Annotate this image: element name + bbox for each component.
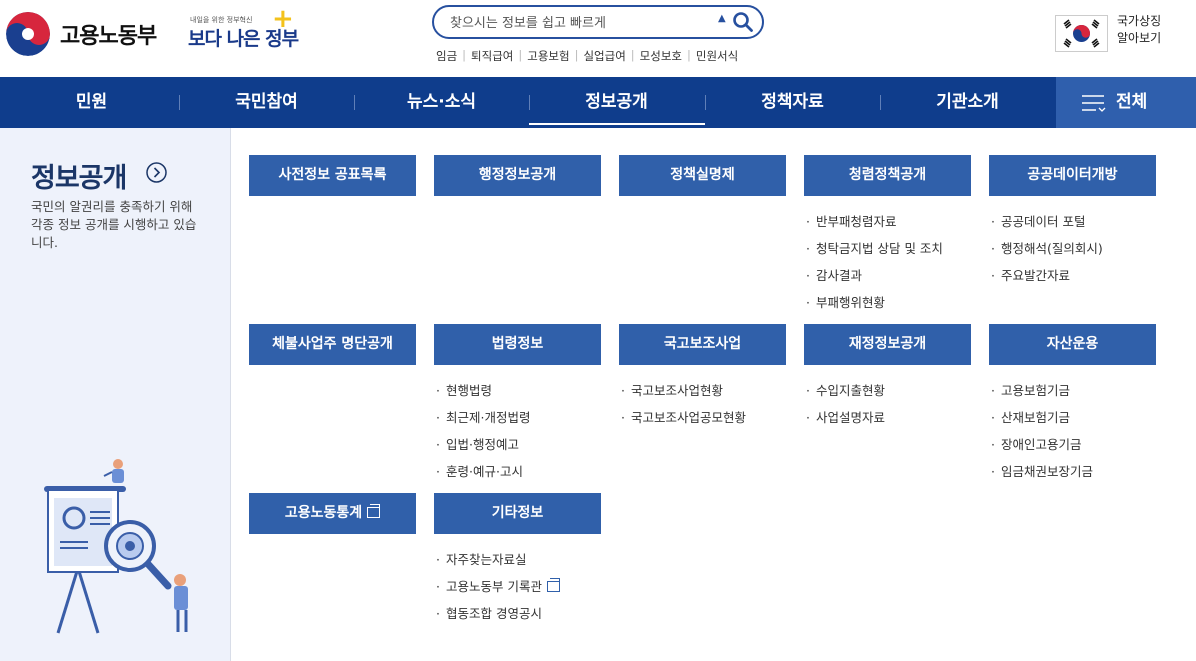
main-nav: 민원 국민참여 뉴스·소식 정보공개 정책자료 기관소개 전체 <box>0 77 1196 128</box>
quick-link[interactable]: 임금 <box>436 48 457 64</box>
category-link[interactable]: 임금채권보장기금 <box>989 458 1156 485</box>
category-links: 국고보조사업현황 국고보조사업공모현황 <box>619 377 786 431</box>
category-button[interactable]: 자산운용 <box>989 324 1156 365</box>
category-button-external[interactable]: 고용노동통계 <box>249 493 416 534</box>
category-card: 자산운용 고용보험기금 산재보험기금 장애인고용기금 임금채권보장기금 <box>989 324 1156 485</box>
category-link[interactable]: 최근제·개정법령 <box>434 404 601 431</box>
category-card: 고용노동통계 <box>249 493 416 534</box>
new-window-icon <box>367 504 381 518</box>
category-card: 법령정보 현행법령 최근제·개정법령 입법·행정예고 훈령·예규·고시 <box>434 324 601 485</box>
national-symbol-link[interactable]: 국가상징 알아보기 <box>1117 13 1161 47</box>
category-button[interactable]: 국고보조사업 <box>619 324 786 365</box>
category-button[interactable]: 사전정보 공표목록 <box>249 155 416 196</box>
all-menu-button[interactable]: 전체 <box>1056 77 1196 128</box>
chevron-right-circle-icon[interactable] <box>146 162 167 183</box>
national-symbol-line1: 국가상징 <box>1117 14 1162 28</box>
category-links: 공공데이터 포털 행정해석(질의회시) 주요발간자료 <box>989 208 1156 289</box>
quick-links: 임금 | 퇴직급여 | 고용보험 | 실업급여 | 모성보호 | 민원서식 <box>436 48 739 64</box>
category-link-external[interactable]: 고용노동부 기록관 <box>434 573 601 600</box>
category-button-label: 고용노동통계 <box>284 505 363 521</box>
category-link[interactable]: 반부패청렴자료 <box>804 208 971 235</box>
category-link[interactable]: 현행법령 <box>434 377 601 404</box>
search-box[interactable]: ▲ <box>432 5 764 39</box>
ministry-logo[interactable]: 고용노동부 <box>6 12 157 56</box>
quick-link[interactable]: 민원서식 <box>696 48 738 64</box>
category-grid: 사전정보 공표목록 행정정보공개 정책실명제 청렴정책공개 반부패청렴자료 청탁… <box>231 128 1196 661</box>
category-link[interactable]: 청탁금지법 상담 및 조치 <box>804 235 971 262</box>
category-button[interactable]: 정책실명제 <box>619 155 786 196</box>
category-card: 재정정보공개 수입지출현황 사업설명자료 <box>804 324 971 431</box>
category-link[interactable]: 고용보험기금 <box>989 377 1156 404</box>
category-links: 고용보험기금 산재보험기금 장애인고용기금 임금채권보장기금 <box>989 377 1156 485</box>
category-link[interactable]: 수입지출현황 <box>804 377 971 404</box>
category-link[interactable]: 부패행위현황 <box>804 289 971 316</box>
sidebar-description: 국민의 알권리를 충족하기 위해 각종 정보 공개를 시행하고 있습니다. <box>31 199 197 250</box>
quick-link[interactable]: 퇴직급여 <box>471 48 513 64</box>
category-link[interactable]: 장애인고용기금 <box>989 431 1156 458</box>
quick-link[interactable]: 실업급여 <box>583 48 625 64</box>
category-links: 반부패청렴자료 청탁금지법 상담 및 조치 감사결과 부패행위현황 <box>804 208 971 316</box>
hamburger-icon <box>1082 95 1106 112</box>
site-header: 고용노동부 내일을 위한 정부혁신 보다 나은 정부 + ▲ 임금| 퇴직급여|… <box>0 0 1196 77</box>
category-link[interactable]: 주요발간자료 <box>989 262 1156 289</box>
search-icon[interactable] <box>732 11 754 33</box>
category-button[interactable]: 체불사업주 명단공개 <box>249 324 416 365</box>
nav-item-civil[interactable]: 민원 <box>4 77 179 128</box>
category-button[interactable]: 공공데이터개방 <box>989 155 1156 196</box>
logo-text: 고용노동부 <box>60 24 157 49</box>
category-link[interactable]: 행정해석(질의회시) <box>989 235 1156 262</box>
category-button[interactable]: 청렴정책공개 <box>804 155 971 196</box>
sidebar-title: 정보공개 <box>31 163 127 194</box>
plus-icon: + <box>272 4 294 34</box>
category-card: 행정정보공개 <box>434 155 601 196</box>
taegeuk-emblem-icon <box>6 12 50 56</box>
category-card: 공공데이터개방 공공데이터 포털 행정해석(질의회시) 주요발간자료 <box>989 155 1156 289</box>
category-card: 기타정보 자주찾는자료실 고용노동부 기록관 협동조합 경영공시 <box>434 493 601 627</box>
category-card: 정책실명제 <box>619 155 786 196</box>
category-card: 청렴정책공개 반부패청렴자료 청탁금지법 상담 및 조치 감사결과 부패행위현황 <box>804 155 971 316</box>
category-link[interactable]: 국고보조사업공모현황 <box>619 404 786 431</box>
nav-item-info-disclosure[interactable]: 정보공개 <box>529 77 704 128</box>
category-card: 사전정보 공표목록 <box>249 155 416 196</box>
quick-link[interactable]: 모성보호 <box>640 48 682 64</box>
category-button[interactable]: 기타정보 <box>434 493 601 534</box>
category-button[interactable]: 법령정보 <box>434 324 601 365</box>
caret-up-icon[interactable]: ▲ <box>718 13 726 24</box>
nav-item-news[interactable]: 뉴스·소식 <box>354 77 529 128</box>
category-links: 현행법령 최근제·개정법령 입법·행정예고 훈령·예규·고시 <box>434 377 601 485</box>
search-input[interactable] <box>448 12 712 34</box>
category-button[interactable]: 재정정보공개 <box>804 324 971 365</box>
quick-link[interactable]: 고용보험 <box>527 48 569 64</box>
all-menu-label: 전체 <box>1116 92 1148 112</box>
category-link-label: 고용노동부 기록관 <box>446 579 542 594</box>
category-card: 국고보조사업 국고보조사업현황 국고보조사업공모현황 <box>619 324 786 431</box>
category-link[interactable]: 자주찾는자료실 <box>434 546 601 573</box>
nav-active-indicator <box>529 123 705 125</box>
category-link[interactable]: 입법·행정예고 <box>434 431 601 458</box>
nav-item-about[interactable]: 기관소개 <box>880 77 1055 128</box>
national-symbol-line2: 알아보기 <box>1117 31 1162 45</box>
new-window-icon <box>546 578 560 592</box>
category-link[interactable]: 국고보조사업현황 <box>619 377 786 404</box>
category-card: 체불사업주 명단공개 <box>249 324 416 365</box>
category-button[interactable]: 행정정보공개 <box>434 155 601 196</box>
sidebar: 정보공개 국민의 알권리를 충족하기 위해 각종 정보 공개를 시행하고 있습니… <box>0 128 231 661</box>
nav-item-participation[interactable]: 국민참여 <box>179 77 354 128</box>
category-link[interactable]: 감사결과 <box>804 262 971 289</box>
category-link[interactable]: 협동조합 경영공시 <box>434 600 601 627</box>
category-link[interactable]: 훈령·예규·고시 <box>434 458 601 485</box>
category-link[interactable]: 산재보험기금 <box>989 404 1156 431</box>
government-slogan: 내일을 위한 정부혁신 보다 나은 정부 + <box>188 4 299 56</box>
category-links: 수입지출현황 사업설명자료 <box>804 377 971 431</box>
korean-flag-icon[interactable] <box>1055 15 1108 52</box>
category-link[interactable]: 사업설명자료 <box>804 404 971 431</box>
info-disclosure-illustration <box>44 459 188 634</box>
category-link[interactable]: 공공데이터 포털 <box>989 208 1156 235</box>
nav-item-policy[interactable]: 정책자료 <box>705 77 880 128</box>
category-links: 자주찾는자료실 고용노동부 기록관 협동조합 경영공시 <box>434 546 601 627</box>
